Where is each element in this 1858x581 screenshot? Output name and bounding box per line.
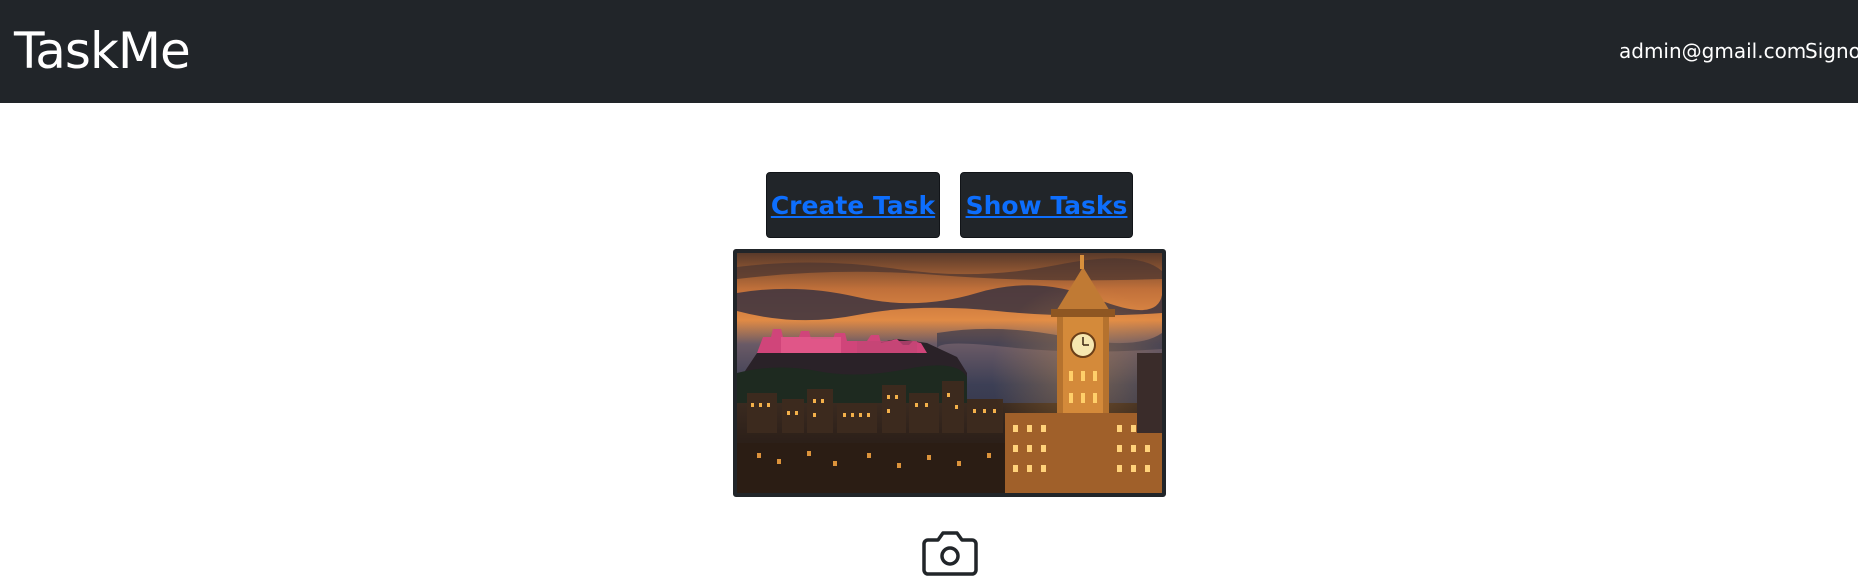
hero-image bbox=[733, 249, 1166, 497]
show-tasks-button[interactable]: Show Tasks bbox=[960, 172, 1133, 238]
brand-link[interactable]: TaskMe bbox=[14, 21, 191, 81]
create-task-button[interactable]: Create Task bbox=[766, 172, 940, 238]
top-navbar: TaskMe admin@gmail.com Signout bbox=[0, 0, 1858, 103]
user-email[interactable]: admin@gmail.com bbox=[1619, 39, 1806, 63]
city-skyline-image bbox=[737, 253, 1162, 493]
camera-icon[interactable] bbox=[922, 528, 978, 576]
create-task-link[interactable]: Create Task bbox=[771, 191, 935, 220]
show-tasks-link[interactable]: Show Tasks bbox=[966, 191, 1128, 220]
signout-link[interactable]: Signout bbox=[1805, 39, 1858, 63]
